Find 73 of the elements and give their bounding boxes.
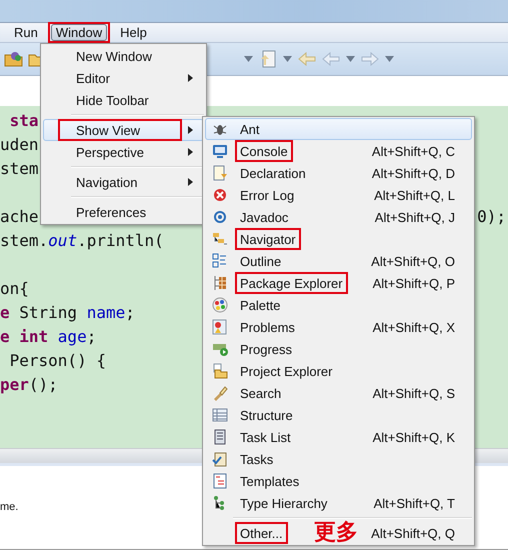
menu-item[interactable]: Navigation [43, 171, 204, 193]
menu-item[interactable]: Project Explorer [235, 360, 338, 382]
menu-item[interactable]: Editor [43, 67, 204, 89]
code-line: on{ [0, 278, 29, 298]
shortcut-text: Alt+Shift+Q, S [372, 386, 456, 400]
code-line: stem [0, 158, 39, 178]
menu-item[interactable]: New Window [43, 45, 204, 67]
shortcut-text: Alt+Shift+Q, O [371, 254, 456, 268]
shortcut-text: Alt+Shift+Q, C [372, 144, 456, 158]
shortcut-text: Alt+Shift+Q, K [372, 430, 456, 444]
menu-item[interactable]: Package Explorer [235, 272, 348, 294]
menu-item[interactable]: Console [235, 140, 293, 162]
menu-item[interactable]: Other... [235, 522, 288, 544]
template-icon[interactable] [212, 473, 228, 489]
folder-tree-icon[interactable] [212, 231, 228, 247]
menu-item[interactable]: Navigator [235, 228, 301, 250]
code-line: e int age; [0, 326, 96, 346]
menu-item[interactable]: Problems [235, 316, 300, 338]
dropdown-arrow-icon[interactable] [346, 56, 355, 62]
menu-item[interactable]: Javadoc [235, 206, 294, 228]
shortcut-text: Alt+Shift+Q, L [374, 188, 456, 202]
annotation-text: 更多 [314, 519, 358, 545]
error-icon[interactable] [212, 187, 228, 203]
menu-item[interactable]: Preferences [43, 201, 204, 223]
shortcut-text: Alt+Shift+Q, J [374, 210, 456, 224]
clipboard-check-icon[interactable] [212, 451, 228, 467]
menu-item[interactable]: Tasks [235, 448, 278, 470]
outline-icon[interactable] [212, 253, 228, 269]
code-line: 0); [477, 206, 507, 226]
package-tree-icon[interactable] [212, 275, 228, 291]
shortcut-text: Alt+Shift+Q, X [372, 320, 456, 334]
status-text: me. [0, 501, 18, 513]
code-line: Person() { [8, 350, 106, 370]
code-line: uden [0, 134, 39, 154]
code-line: e String name; [0, 302, 135, 322]
dropdown-arrow-icon[interactable] [244, 56, 253, 62]
monitor-icon[interactable] [212, 143, 228, 159]
shortcut-text: Alt+Shift+Q, D [372, 166, 456, 180]
dropdown-arrow-icon[interactable] [385, 56, 394, 62]
menu-item[interactable]: Error Log [235, 184, 300, 206]
menu-item[interactable]: Show View [43, 119, 204, 141]
menu-item[interactable]: Perspective [43, 141, 204, 163]
code-line: per(); [0, 374, 58, 394]
code-line: ache [0, 206, 39, 226]
menu-item[interactable]: Help [112, 22, 155, 43]
shortcut-text: Alt+Shift+Q, T [374, 496, 456, 510]
menu-item[interactable]: Ant [235, 118, 265, 140]
code-line: stem.out.println( [0, 230, 164, 250]
shortcut-text: Alt+Shift+Q, Q [371, 526, 456, 540]
menu-item[interactable]: Outline [235, 250, 286, 272]
menu-item[interactable]: Structure [235, 404, 298, 426]
dropdown-arrow-icon[interactable] [283, 56, 292, 62]
problems-icon[interactable] [212, 319, 228, 335]
flashlight-icon[interactable] [212, 385, 228, 401]
menu-item[interactable]: Task List [235, 426, 296, 448]
document-icon[interactable] [259, 49, 277, 69]
folder-icon[interactable] [212, 363, 228, 379]
document-icon[interactable] [212, 165, 228, 181]
menu-item[interactable]: Hide Toolbar [43, 89, 204, 111]
folder-icon[interactable] [4, 50, 24, 68]
table-icon[interactable] [212, 407, 228, 423]
menu-item[interactable]: Type Hierarchy [235, 492, 332, 514]
menu-item[interactable]: Declaration [235, 162, 311, 184]
menu-item[interactable]: Palette [235, 294, 286, 316]
palette-icon[interactable] [212, 297, 228, 313]
menu-item[interactable]: Progress [235, 338, 298, 360]
shortcut-text: Alt+Shift+Q, P [372, 276, 456, 290]
progress-icon[interactable] [212, 341, 228, 357]
menu-item[interactable]: Search [235, 382, 286, 404]
code-line: sta [8, 110, 39, 130]
menu-item[interactable]: Templates [235, 470, 304, 492]
list-icon[interactable] [212, 429, 228, 445]
menu-item[interactable]: Run [6, 22, 46, 43]
